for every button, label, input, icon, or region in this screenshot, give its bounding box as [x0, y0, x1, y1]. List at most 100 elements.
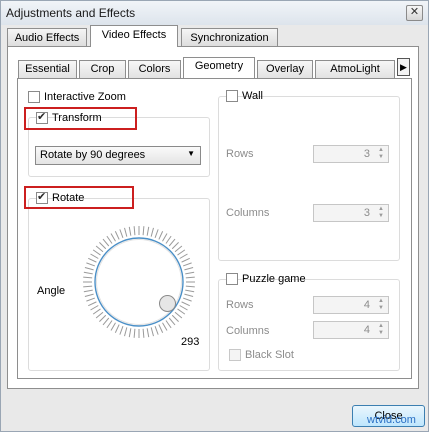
dial-tick — [90, 253, 99, 259]
dial-tick — [165, 235, 172, 244]
dial-tick — [179, 253, 188, 259]
dial-tick — [119, 229, 124, 239]
dial-tick — [106, 320, 113, 329]
subtab-atmolight[interactable]: AtmoLight — [315, 60, 395, 78]
dial-tick — [142, 328, 145, 338]
spin-up-icon[interactable]: ▲ — [375, 323, 387, 330]
angle-value: 293 — [181, 336, 200, 348]
dial-tick — [184, 293, 194, 297]
puzzle-rows-stepper[interactable]: 4 ▲ ▼ — [313, 296, 389, 314]
wall-columns-value: 3 — [363, 207, 370, 219]
dial-tick — [184, 267, 194, 271]
close-icon[interactable]: ✕ — [406, 5, 423, 21]
transform-select[interactable]: Rotate by 90 degrees ▼ — [35, 146, 201, 165]
spin-up-icon[interactable]: ▲ — [375, 147, 387, 154]
puzzle-label: Puzzle game — [242, 273, 306, 285]
dial-tick — [168, 238, 176, 247]
dial-tick — [84, 267, 94, 271]
dial-tick — [150, 327, 154, 337]
dial-tick — [177, 308, 186, 315]
spin-up-icon[interactable]: ▲ — [375, 206, 387, 213]
spin-down-icon[interactable]: ▼ — [375, 305, 387, 312]
dial-tick — [119, 325, 124, 335]
tab-video-effects[interactable]: Video Effects — [90, 25, 178, 47]
dial-tick — [158, 231, 164, 240]
wall-label: Wall — [242, 90, 263, 102]
wall-group — [218, 96, 400, 261]
dial-tick — [185, 285, 195, 288]
dial-tick — [83, 289, 93, 293]
spin-down-icon[interactable]: ▼ — [375, 213, 387, 220]
dial-tick — [92, 308, 101, 315]
dial-tick — [83, 276, 93, 279]
puzzle-columns-stepper[interactable]: 4 ▲ ▼ — [313, 321, 389, 339]
rotate-highlight — [24, 186, 134, 209]
dial-tick — [92, 249, 101, 256]
dial-tick — [168, 317, 176, 326]
wall-columns-stepper[interactable]: 3 ▲ ▼ — [313, 204, 389, 222]
dial-tick — [185, 271, 195, 275]
dial-tick — [106, 235, 113, 244]
dial-tick — [83, 285, 93, 288]
spin-down-icon[interactable]: ▼ — [375, 154, 387, 161]
tab-audio-effects[interactable]: Audio Effects — [7, 28, 87, 47]
dial-tick — [146, 328, 150, 338]
angle-dial-knob-icon — [159, 295, 176, 312]
dial-tick — [88, 257, 97, 263]
dial-tick — [84, 293, 94, 297]
dial-tick — [124, 327, 128, 337]
transform-highlight — [24, 107, 137, 130]
dial-tick — [154, 325, 159, 335]
tab-synchronization[interactable]: Synchronization — [181, 28, 278, 47]
chevron-down-icon: ▼ — [187, 149, 195, 158]
dial-tick — [95, 245, 104, 253]
dial-tick — [128, 226, 132, 236]
black-slot-checkbox[interactable] — [229, 349, 241, 361]
dial-tick — [174, 245, 183, 253]
dial-tick — [88, 301, 97, 307]
puzzle-rows-value: 4 — [363, 299, 370, 311]
puzzle-rows-label: Rows — [226, 299, 254, 311]
subtab-essential[interactable]: Essential — [18, 60, 77, 78]
black-slot-label: Black Slot — [245, 349, 294, 361]
dial-tick — [83, 271, 93, 275]
wall-rows-label: Rows — [226, 148, 254, 160]
dial-tick — [158, 324, 164, 333]
dial-tick — [182, 262, 192, 267]
dial-tick — [181, 301, 190, 307]
spin-down-icon[interactable]: ▼ — [375, 330, 387, 337]
watermark: wtvid.com — [367, 414, 416, 426]
interactive-zoom-checkbox[interactable] — [28, 91, 40, 103]
angle-dial[interactable] — [80, 223, 198, 341]
dial-tick — [182, 297, 192, 302]
subtab-overlay[interactable]: Overlay — [257, 60, 313, 78]
dial-tick — [114, 231, 120, 240]
wall-rows-value: 3 — [363, 148, 370, 160]
dial-tick — [99, 314, 107, 322]
puzzle-columns-value: 4 — [363, 324, 370, 336]
adjustments-window: Adjustments and Effects ✕ Audio Effects … — [0, 0, 429, 432]
dial-tick — [181, 257, 190, 263]
dial-tick — [86, 262, 96, 267]
dial-tick — [177, 249, 186, 256]
dial-tick — [124, 227, 128, 237]
spin-up-icon[interactable]: ▲ — [375, 298, 387, 305]
dial-tick — [133, 328, 136, 338]
dial-tick — [162, 233, 168, 242]
dial-tick — [165, 320, 172, 329]
dial-tick — [102, 317, 110, 326]
wall-columns-label: Columns — [226, 207, 270, 219]
tab-scroll-right-icon[interactable]: ▶ — [397, 58, 410, 76]
dial-tick — [99, 242, 107, 250]
title-bar: Adjustments and Effects ✕ — [1, 1, 428, 25]
subtab-colors[interactable]: Colors — [128, 60, 181, 78]
subtab-geometry[interactable]: Geometry — [183, 57, 255, 78]
wall-rows-stepper[interactable]: 3 ▲ ▼ — [313, 145, 389, 163]
dial-tick — [154, 229, 159, 239]
subtab-crop[interactable]: Crop — [79, 60, 126, 78]
puzzle-checkbox[interactable] — [226, 273, 238, 285]
dial-tick — [162, 322, 168, 331]
dial-tick — [150, 227, 154, 237]
wall-checkbox[interactable] — [226, 90, 238, 102]
dial-tick — [95, 311, 104, 319]
